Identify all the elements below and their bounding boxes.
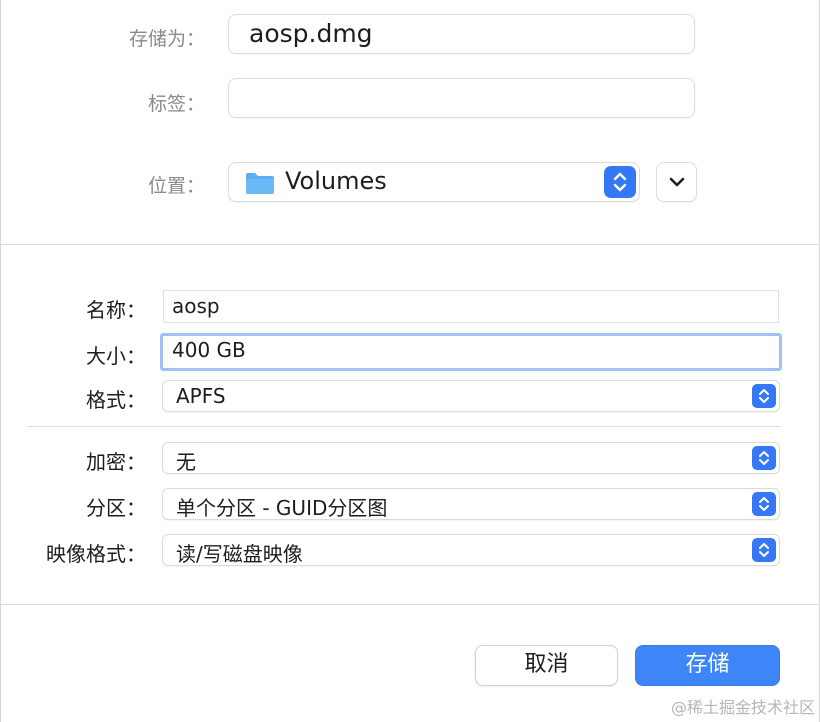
save-button[interactable]: 存储 [635, 645, 780, 686]
divider [1, 604, 820, 605]
partition-value: 单个分区 - GUID分区图 [176, 496, 388, 520]
partition-select[interactable]: 单个分区 - GUID分区图 [162, 488, 780, 520]
image-format-select[interactable]: 读/写磁盘映像 [162, 534, 780, 566]
save-as-input[interactable]: aosp.dmg [228, 14, 695, 54]
save-dialog: 存储为： aosp.dmg 标签： 位置： Volumes 名称： aosp 大… [0, 0, 820, 722]
expand-button[interactable] [656, 162, 697, 202]
up-down-chevron-icon [752, 384, 776, 408]
up-down-chevron-icon [752, 446, 776, 470]
divider [1, 244, 820, 245]
folder-icon [245, 171, 275, 199]
save-as-label: 存储为： [128, 28, 205, 50]
size-input[interactable]: 400 GB [160, 333, 782, 371]
image-format-label: 映像格式： [46, 542, 146, 566]
format-label: 格式： [86, 388, 146, 412]
name-label: 名称： [86, 298, 146, 322]
format-select[interactable]: APFS [162, 380, 780, 412]
partition-label: 分区： [86, 496, 146, 520]
image-format-value: 读/写磁盘映像 [176, 542, 303, 566]
location-label: 位置： [147, 175, 205, 197]
watermark: @稀土掘金技术社区 [670, 698, 815, 717]
up-down-chevron-icon [604, 166, 636, 198]
encryption-label: 加密： [86, 450, 146, 474]
location-value: Volumes [285, 167, 387, 195]
up-down-chevron-icon [752, 538, 776, 562]
format-value: APFS [176, 384, 226, 408]
name-input[interactable]: aosp [163, 290, 779, 323]
encryption-value: 无 [176, 450, 196, 474]
tags-label: 标签： [147, 93, 205, 115]
chevron-down-icon [669, 177, 685, 187]
size-label: 大小： [86, 344, 146, 368]
encryption-select[interactable]: 无 [162, 442, 780, 474]
up-down-chevron-icon [752, 492, 776, 516]
cancel-button[interactable]: 取消 [475, 645, 618, 686]
tags-input[interactable] [228, 78, 695, 118]
location-popup[interactable]: Volumes [228, 162, 640, 202]
divider [27, 426, 781, 427]
